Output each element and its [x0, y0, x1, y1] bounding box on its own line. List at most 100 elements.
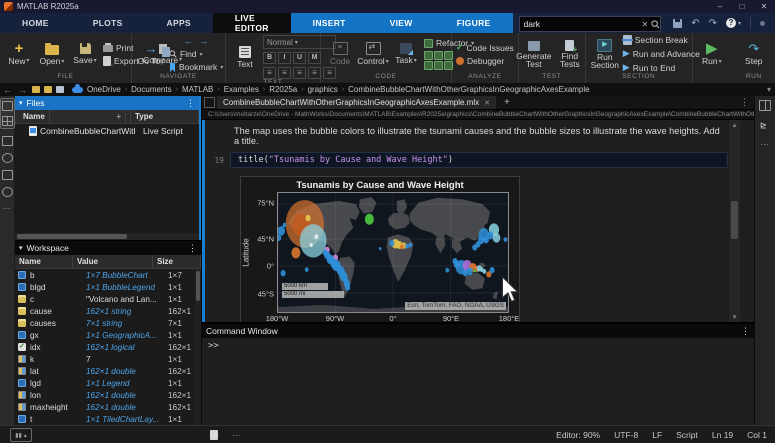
tsunami-bubble[interactable]: [278, 235, 281, 241]
command-window-menu-icon[interactable]: ⋮: [741, 326, 750, 337]
clear-search-icon[interactable]: ✕: [639, 20, 652, 29]
tsunami-bubble[interactable]: [472, 244, 477, 250]
status-eol[interactable]: LF: [652, 430, 662, 440]
history-forward-icon[interactable]: →: [18, 85, 27, 95]
workspace-row[interactable]: b1×7 BubbleChart1×7: [15, 269, 201, 281]
background-tasks-icon[interactable]: [2, 170, 13, 180]
status-encoding[interactable]: UTF-8: [614, 430, 638, 440]
align-right-icon[interactable]: ≡: [293, 67, 306, 79]
tab-home[interactable]: HOME: [0, 13, 71, 33]
breadcrumb-item[interactable]: OneDrive: [87, 85, 121, 94]
workspace-column-size[interactable]: Size: [153, 255, 201, 268]
save-button[interactable]: Save▾: [70, 43, 100, 65]
generate-test-button[interactable]: Generate Test: [519, 41, 549, 68]
tsunami-bubble[interactable]: [482, 269, 486, 274]
workspace-row[interactable]: causes7×1 string7×1: [15, 317, 201, 329]
geographic-axes[interactable]: 5000 km 5000 mi Esri, TomTom, FAO, NOAA,…: [277, 192, 509, 313]
tab-view[interactable]: VIEW: [368, 13, 435, 33]
breadcrumb-dropdown-icon[interactable]: ▾: [767, 85, 771, 94]
bottom-panel-toggle[interactable]: ▮▮▴: [10, 428, 32, 442]
code-tool-icon[interactable]: [434, 51, 443, 60]
tab-plots[interactable]: PLOTS: [71, 13, 145, 33]
clipboard-icon[interactable]: [56, 86, 64, 93]
workspace-row[interactable]: lon162×1 double162×1: [15, 389, 201, 401]
tsunami-bubble[interactable]: [345, 284, 350, 290]
tab-apps[interactable]: APPS: [145, 13, 213, 33]
code-button[interactable]: ≡Code: [325, 42, 355, 66]
files-column-name[interactable]: Name+: [15, 110, 131, 123]
workspace-row[interactable]: cause162×1 string162×1: [15, 305, 201, 317]
maximize-button[interactable]: □: [731, 2, 753, 11]
files-menu-icon[interactable]: ⋮: [186, 98, 195, 109]
tsunami-bubble[interactable]: [400, 244, 404, 249]
align-left-icon[interactable]: ≡: [263, 67, 276, 79]
workspace-scrollbar[interactable]: [195, 269, 201, 425]
redo-icon[interactable]: ↷: [709, 18, 717, 29]
task-button[interactable]: Task▾: [391, 43, 421, 65]
tsunami-bubble[interactable]: [281, 270, 286, 276]
source-control-icon[interactable]: [2, 187, 13, 197]
files-horizontal-scrollbar[interactable]: [15, 233, 199, 240]
editor-menu-icon[interactable]: ⋮: [735, 97, 754, 108]
breadcrumb-item[interactable]: Examples: [224, 85, 259, 94]
bold-button[interactable]: B: [263, 52, 276, 64]
panel-layout-icon[interactable]: [759, 100, 771, 111]
figure-output[interactable]: Tsunamis by Cause and Wave Height Latitu…: [240, 176, 520, 322]
collapse-files-icon[interactable]: ▾: [19, 99, 23, 107]
code-tool-icon[interactable]: [424, 51, 433, 60]
command-window-header[interactable]: Command Window ⋮: [202, 324, 754, 338]
code-tool-icon[interactable]: [424, 61, 433, 70]
files-column-type[interactable]: Type: [131, 110, 199, 123]
workspace-panel-icon[interactable]: [2, 116, 13, 126]
run-and-advance-button[interactable]: ▶Run and Advance: [623, 48, 700, 59]
panel-window-icon[interactable]: [2, 136, 13, 146]
editor-content[interactable]: The map uses the bubble colors to illust…: [202, 120, 754, 322]
tsunami-bubble[interactable]: [300, 224, 327, 257]
scroll-down-icon[interactable]: ▾: [729, 313, 740, 321]
workspace-row[interactable]: ✓idx162×1 logical162×1: [15, 341, 201, 353]
status-doc-icon[interactable]: [210, 430, 218, 440]
live-script-text[interactable]: The map uses the bubble colors to illust…: [234, 126, 726, 146]
undo-icon[interactable]: ↶: [691, 18, 699, 29]
breadcrumb-item[interactable]: MATLAB: [182, 85, 213, 94]
up-folder-icon[interactable]: [44, 86, 52, 93]
section-break-button[interactable]: Section Break: [623, 35, 700, 45]
breadcrumb-item[interactable]: Documents: [131, 85, 171, 94]
new-button[interactable]: +New▾: [4, 43, 34, 66]
more-tools-icon[interactable]: ⋯: [761, 140, 770, 149]
workspace-row[interactable]: k71×1: [15, 353, 201, 365]
control-button[interactable]: Control▾: [358, 42, 388, 66]
run-button[interactable]: ▶Run▾: [697, 42, 727, 66]
tsunami-bubble[interactable]: [474, 269, 477, 272]
status-more-icon[interactable]: ⋯: [232, 430, 242, 441]
underline-button[interactable]: U: [293, 52, 306, 64]
navigate-back-icon[interactable]: ←: [184, 36, 193, 46]
tab-list-icon[interactable]: [204, 97, 215, 108]
tab-live-editor[interactable]: LIVE EDITOR: [213, 13, 291, 33]
bullet-list-icon[interactable]: ≡: [308, 67, 321, 79]
files-panel-header[interactable]: ▾ Files ⋮: [15, 96, 199, 110]
tsunami-bubble[interactable]: [282, 223, 286, 228]
status-zoom[interactable]: Editor: 90%: [556, 430, 600, 440]
workspace-menu-icon[interactable]: ⋮: [188, 243, 197, 254]
tsunami-bubble[interactable]: [305, 215, 310, 221]
search-icon[interactable]: [651, 20, 660, 29]
code-tool-icon[interactable]: [434, 61, 443, 70]
align-center-icon[interactable]: ≡: [278, 67, 291, 79]
breadcrumb-item[interactable]: graphics: [308, 85, 338, 94]
code-line[interactable]: title("Tsunamis by Cause and Wave Height…: [230, 152, 728, 168]
tsunami-bubble[interactable]: [445, 268, 449, 273]
history-back-icon[interactable]: ←: [3, 85, 12, 95]
workspace-panel-header[interactable]: ▾ Workspace ⋮: [15, 241, 201, 255]
tsunami-bubble[interactable]: [408, 243, 412, 248]
open-button[interactable]: Open▾: [37, 42, 67, 66]
breadcrumb[interactable]: OneDrive›Documents›MATLAB›Examples›R2025…: [87, 85, 590, 94]
navigate-forward-icon[interactable]: →: [199, 36, 208, 46]
tsunami-bubble[interactable]: [379, 247, 382, 250]
editor-scrollbar[interactable]: ▴ ▾: [728, 120, 740, 322]
close-tab-icon[interactable]: ✕: [484, 99, 490, 107]
tsunami-bubble[interactable]: [365, 214, 374, 225]
files-panel-icon[interactable]: [2, 101, 13, 111]
scrollbar-thumb[interactable]: [731, 201, 738, 239]
status-filetype[interactable]: Script: [676, 430, 698, 440]
